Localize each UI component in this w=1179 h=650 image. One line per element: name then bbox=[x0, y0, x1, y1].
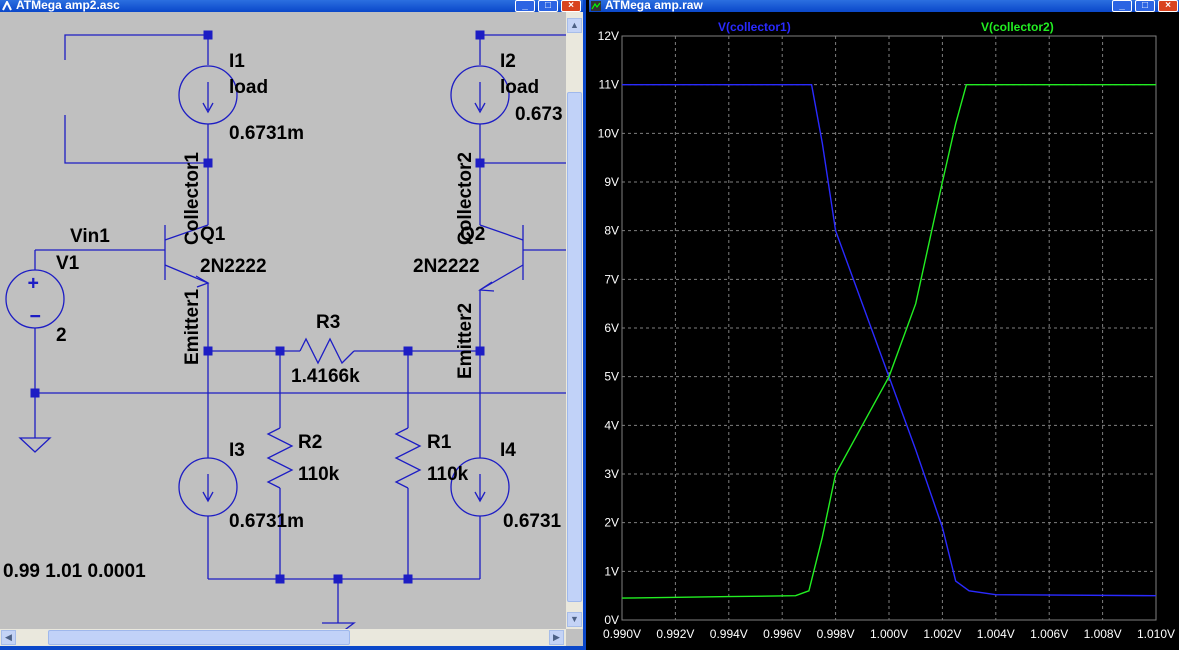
x-tick-label: 1.004V bbox=[977, 627, 1015, 641]
schematic-titlebar[interactable]: ATMega amp2.asc _ □ × bbox=[0, 0, 586, 12]
I4-name: I4 bbox=[500, 440, 516, 461]
y-tick-label: 11V bbox=[599, 78, 619, 92]
scroll-up-button[interactable]: ▲ bbox=[567, 18, 582, 33]
I1-current: 0.6731m bbox=[229, 123, 305, 144]
y-tick-label: 6V bbox=[604, 321, 619, 335]
R1-value: 110k bbox=[427, 464, 469, 485]
R2-name: R2 bbox=[298, 432, 323, 453]
x-tick-label: 0.990V bbox=[603, 627, 641, 641]
Q1-model: 2N2222 bbox=[200, 256, 267, 277]
Q2-model: 2N2222 bbox=[413, 256, 480, 277]
x-tick-label: 0.998V bbox=[817, 627, 855, 641]
y-tick-label: 4V bbox=[604, 418, 619, 432]
y-tick-label: 5V bbox=[604, 370, 619, 384]
x-tick-label: 0.992V bbox=[656, 627, 694, 641]
I3-name: I3 bbox=[229, 440, 245, 461]
x-tick-label: 1.006V bbox=[1030, 627, 1068, 641]
R2-value: 110k bbox=[298, 464, 340, 485]
I4-current: 0.6731 bbox=[503, 511, 562, 532]
x-tick-label: 1.002V bbox=[923, 627, 961, 641]
waveform-maximize-button[interactable]: □ bbox=[1135, 0, 1155, 12]
x-tick-label: 1.000V bbox=[870, 627, 908, 641]
maximize-button[interactable]: □ bbox=[538, 0, 558, 12]
I1-name: I1 bbox=[229, 51, 245, 72]
vin1-net-label: Vin1 bbox=[70, 226, 110, 247]
x-tick-label: 1.008V bbox=[1084, 627, 1122, 641]
svg-text:+: + bbox=[28, 273, 39, 293]
emitter2-net-label: Emitter2 bbox=[455, 302, 476, 379]
window-frame-bottom bbox=[0, 646, 586, 650]
scroll-down-button[interactable]: ▼ bbox=[567, 612, 582, 627]
Q1-name: Q1 bbox=[200, 224, 226, 245]
y-tick-label: 2V bbox=[604, 516, 619, 530]
svg-text:−: − bbox=[30, 306, 41, 326]
y-tick-label: 10V bbox=[598, 126, 619, 140]
emitter1-net-label: Emitter1 bbox=[182, 288, 203, 365]
schematic-window: ATMega amp2.asc _ □ × + − I1 load 0.6731… bbox=[0, 0, 586, 650]
x-tick-label: 0.994V bbox=[710, 627, 748, 641]
close-button[interactable]: × bbox=[561, 0, 581, 12]
y-tick-label: 12V bbox=[598, 29, 619, 43]
waveform-window-title: ATMega amp.raw bbox=[605, 0, 703, 12]
horizontal-scrollbar[interactable]: ◀ ▶ bbox=[0, 629, 566, 646]
scroll-left-button[interactable]: ◀ bbox=[1, 630, 16, 645]
I2-current: 0.673 bbox=[515, 104, 563, 125]
I3-current: 0.6731m bbox=[229, 511, 305, 532]
schematic-drawing: + − bbox=[5, 30, 566, 629]
waveform-minimize-button[interactable]: _ bbox=[1112, 0, 1132, 12]
y-tick-label: 7V bbox=[604, 272, 619, 286]
scroll-right-button[interactable]: ▶ bbox=[549, 630, 564, 645]
sim-directive[interactable]: 0.99 1.01 0.0001 bbox=[3, 561, 146, 583]
x-tick-label: 0.996V bbox=[763, 627, 801, 641]
I2-name: I2 bbox=[500, 51, 516, 72]
waveform-titlebar[interactable]: ATMega amp.raw _ □ × bbox=[589, 0, 1179, 12]
horizontal-scroll-thumb[interactable] bbox=[48, 630, 350, 645]
V1-name: V1 bbox=[56, 253, 80, 274]
R3-value: 1.4166k bbox=[291, 366, 360, 387]
y-tick-label: 9V bbox=[604, 175, 619, 189]
schematic-window-title: ATMega amp2.asc bbox=[16, 0, 120, 12]
V1-value: 2 bbox=[56, 325, 67, 346]
I1-value: load bbox=[229, 77, 269, 98]
R1-name: R1 bbox=[427, 432, 452, 453]
Q2-name: Q2 bbox=[460, 224, 486, 245]
R3-name: R3 bbox=[316, 312, 341, 333]
I2-value: load bbox=[500, 77, 540, 98]
y-tick-label: 1V bbox=[604, 564, 619, 578]
vertical-scroll-thumb[interactable] bbox=[567, 92, 582, 602]
y-tick-label: 0V bbox=[604, 613, 619, 627]
x-tick-label: 1.010V bbox=[1137, 627, 1175, 641]
schematic-canvas[interactable]: + − I1 load 0.6731m I2 load 0.673 Collec… bbox=[0, 12, 566, 629]
y-tick-label: 8V bbox=[604, 224, 619, 238]
vertical-scrollbar[interactable]: ▲ ▼ bbox=[566, 12, 583, 629]
ltspice-icon bbox=[2, 1, 12, 11]
waveform-icon bbox=[591, 1, 601, 11]
y-tick-label: 3V bbox=[604, 467, 619, 481]
window-frame-right bbox=[583, 0, 586, 650]
waveform-window: ATMega amp.raw _ □ × V(collector1) V(col… bbox=[589, 0, 1179, 650]
minimize-button[interactable]: _ bbox=[515, 0, 535, 12]
waveform-close-button[interactable]: × bbox=[1158, 0, 1178, 12]
waveform-plot[interactable]: 0.990V 0.992V 0.994V 0.996V 0.998V 1.000V 1.00… bbox=[589, 12, 1179, 650]
